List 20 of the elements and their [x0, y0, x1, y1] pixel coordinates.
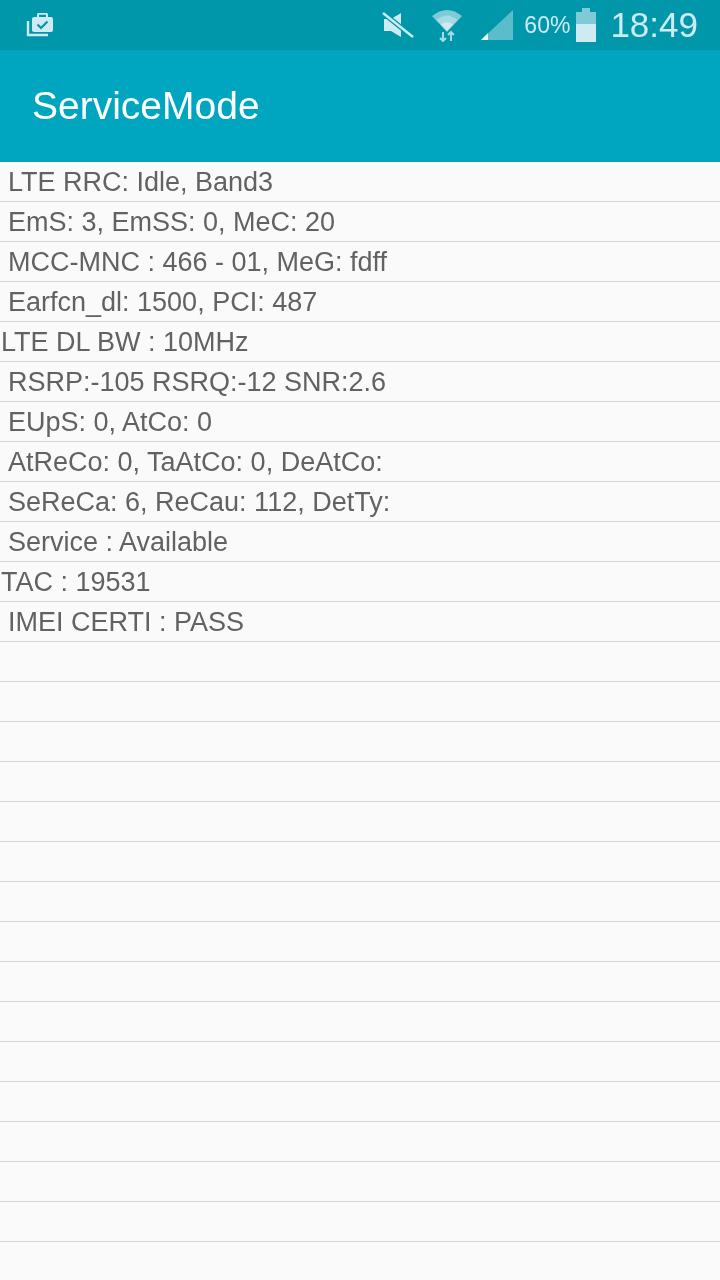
wifi-icon: [431, 8, 464, 42]
info-row-text: EmS: 3, EmSS: 0, MeC: 20: [7, 206, 337, 239]
info-row-text: Service : Available: [7, 526, 230, 559]
info-row-text: LTE DL BW : 10MHz: [0, 326, 250, 359]
app-title: ServiceMode: [32, 84, 260, 128]
info-row-text: EUpS: 0, AtCo: 0: [7, 406, 214, 439]
signal-icon: [480, 9, 515, 41]
clock: 18:49: [610, 5, 698, 45]
info-row-text: Earfcn_dl: 1500, PCI: 487: [7, 286, 319, 319]
battery-icon: [576, 8, 597, 42]
info-row-text: SeReCa: 6, ReCau: 112, DetTy:: [7, 486, 392, 519]
info-row-text: LTE RRC: Idle, Band3: [7, 166, 275, 199]
info-row-text: MCC-MNC : 466 - 01, MeG: fdff: [7, 246, 389, 279]
info-row-text: AtReCo: 0, TaAtCo: 0, DeAtCo:: [7, 446, 384, 479]
mute-icon: [381, 10, 416, 40]
briefcase-check-icon: [26, 13, 54, 37]
battery-percent: 60%: [524, 11, 571, 39]
info-row-text: TAC : 19531: [0, 566, 152, 599]
info-row-text: IMEI CERTI : PASS: [7, 606, 246, 639]
info-row-text: RSRP:-105 RSRQ:-12 SNR:2.6: [7, 366, 388, 399]
